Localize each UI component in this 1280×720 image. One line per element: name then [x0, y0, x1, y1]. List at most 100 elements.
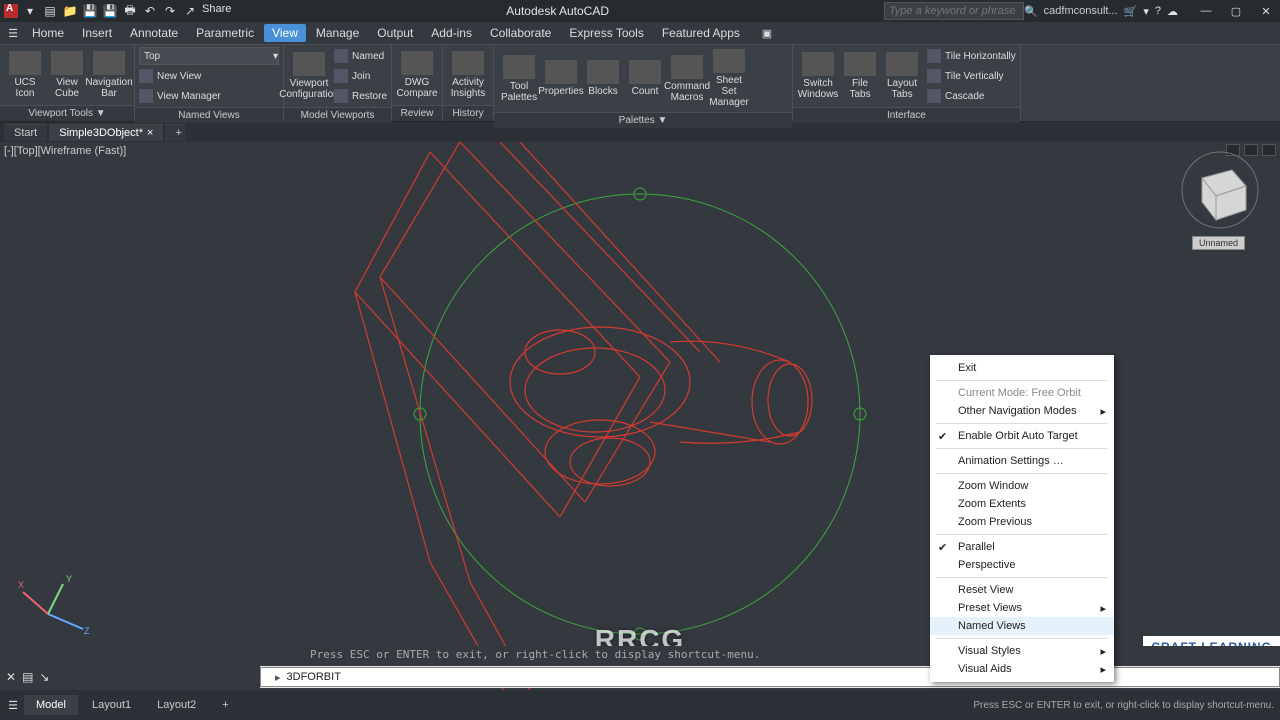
menu-parametric[interactable]: Parametric	[188, 24, 262, 42]
ucs-icon[interactable]: X Y Z	[18, 574, 98, 644]
ribbon-cascade[interactable]: Cascade	[927, 87, 1016, 105]
menu-view[interactable]: View	[264, 24, 306, 42]
layout-tab-model[interactable]: Model	[24, 695, 78, 715]
ctx-other-navigation-modes[interactable]: Other Navigation Modes▸	[930, 402, 1114, 420]
layout-tab-layout1[interactable]: Layout1	[80, 695, 143, 715]
ctx-named-views[interactable]: Named Views	[930, 617, 1114, 635]
plot-icon[interactable]: 🖶	[122, 3, 138, 19]
share-label[interactable]: Share	[202, 3, 231, 19]
ribbon-tile-horizontally[interactable]: Tile Horizontally	[927, 47, 1016, 65]
ctx-zoom-window[interactable]: Zoom Window	[930, 477, 1114, 495]
doc-tab-start[interactable]: Start	[4, 124, 47, 141]
menu-output[interactable]: Output	[369, 24, 421, 42]
ctx-animation-settings-[interactable]: Animation Settings …	[930, 452, 1114, 470]
menu-manage[interactable]: Manage	[308, 24, 367, 42]
ribbon-tile-vertically[interactable]: Tile Vertically	[927, 67, 1016, 85]
ctx-visual-aids[interactable]: Visual Aids▸	[930, 660, 1114, 678]
extra-tab-icon[interactable]: ▣	[758, 24, 776, 42]
ribbon-panel-4: ActivityInsightsHistory	[443, 45, 494, 121]
close-icon[interactable]: ×	[147, 127, 153, 139]
viewcube-label[interactable]: Unnamed	[1192, 236, 1245, 250]
ribbon-panel-0: UCSIconViewCubeNavigationBar Viewport Too…	[0, 45, 135, 121]
menu-insert[interactable]: Insert	[74, 24, 120, 42]
apps-icon[interactable]: ▾	[1143, 5, 1149, 18]
cloud-icon[interactable]: ☁	[1167, 5, 1178, 18]
ribbon-dwg-compare[interactable]: DWGCompare	[396, 49, 438, 101]
cmd-customize-icon[interactable]: ▤	[22, 670, 33, 684]
undo-icon[interactable]: ↶	[142, 3, 158, 19]
ribbon-blocks[interactable]: Blocks	[582, 58, 624, 99]
ribbon-tool-palettes[interactable]: ToolPalettes	[498, 53, 540, 105]
viewport[interactable]: [-][Top][Wireframe (Fast)]	[0, 142, 1280, 690]
menu-add-ins[interactable]: Add-ins	[423, 24, 480, 42]
cmd-close-icon[interactable]: ✕	[6, 670, 16, 684]
search-input[interactable]	[884, 2, 1024, 20]
palette-extra-icon[interactable]	[754, 53, 770, 69]
layout-menu-icon[interactable]: ☰	[4, 696, 22, 714]
ctx-exit[interactable]: Exit	[930, 359, 1114, 377]
view-dropdown[interactable]: Top▾	[139, 47, 279, 65]
ctx-enable-orbit-auto-target[interactable]: ✔Enable Orbit Auto Target	[930, 427, 1114, 445]
share-icon[interactable]: ↗	[182, 3, 198, 19]
close-button[interactable]: ✕	[1256, 3, 1276, 19]
ctx-preset-views[interactable]: Preset Views▸	[930, 599, 1114, 617]
help-icon[interactable]: ?	[1155, 5, 1161, 17]
layout-tab-layout2[interactable]: Layout2	[145, 695, 208, 715]
new-layout-button[interactable]: +	[210, 695, 240, 715]
maximize-button[interactable]: ▢	[1226, 3, 1246, 19]
ribbon-activity-insights[interactable]: ActivityInsights	[447, 49, 489, 101]
ribbon-named[interactable]: Named	[334, 47, 387, 65]
ribbon-panel-title: Viewport Tools ▼	[0, 105, 134, 121]
palette-extra-icon[interactable]	[772, 53, 788, 69]
search-icon[interactable]: 🔍	[1024, 5, 1038, 18]
ribbon-properties[interactable]: Properties	[540, 58, 582, 99]
new-tab-button[interactable]: +	[165, 124, 185, 141]
window-controls: — ▢ ✕	[1196, 3, 1276, 19]
menu-annotate[interactable]: Annotate	[122, 24, 186, 42]
palette-extra-icon[interactable]	[772, 71, 788, 87]
ribbon-sheet-set-manager[interactable]: SheetSetManager	[708, 47, 750, 110]
user-label[interactable]: cadfmconsult...	[1044, 5, 1118, 17]
redo-icon[interactable]: ↷	[162, 3, 178, 19]
view-cube[interactable]: Unnamed	[1180, 150, 1260, 250]
ribbon-switch-windows[interactable]: SwitchWindows	[797, 50, 839, 102]
save-icon[interactable]: 💾	[82, 3, 98, 19]
ribbon-layout-tabs[interactable]: LayoutTabs	[881, 50, 923, 102]
ctx-reset-view[interactable]: Reset View	[930, 581, 1114, 599]
ribbon-navigation-bar[interactable]: NavigationBar	[88, 49, 130, 101]
ribbon-view-manager[interactable]: View Manager	[139, 87, 279, 105]
saveas-icon[interactable]: 💾	[102, 3, 118, 19]
new-icon[interactable]: ▤	[42, 3, 58, 19]
command-input[interactable]: ▸ 3DFORBIT	[260, 667, 1280, 687]
menu-express tools[interactable]: Express Tools	[561, 24, 651, 42]
menu-collaborate[interactable]: Collaborate	[482, 24, 559, 42]
palette-extra-icon[interactable]	[754, 89, 770, 105]
ribbon-panel-3: DWGCompareReview	[392, 45, 443, 121]
menu-home[interactable]: Home	[24, 24, 72, 42]
ctx-zoom-extents[interactable]: Zoom Extents	[930, 495, 1114, 513]
ribbon-file-tabs[interactable]: FileTabs	[839, 50, 881, 102]
menu-featured apps[interactable]: Featured Apps	[654, 24, 748, 42]
ctx-zoom-previous[interactable]: Zoom Previous	[930, 513, 1114, 531]
ribbon-count[interactable]: Count	[624, 58, 666, 99]
ribbon-view-cube[interactable]: ViewCube	[46, 49, 88, 101]
open-icon[interactable]: 📁	[62, 3, 78, 19]
cart-icon[interactable]: 🛒	[1124, 5, 1138, 18]
ribbon-restore[interactable]: Restore	[334, 87, 387, 105]
ribbon-join[interactable]: Join	[334, 67, 387, 85]
ctx-visual-styles[interactable]: Visual Styles▸	[930, 642, 1114, 660]
ctx-parallel[interactable]: ✔Parallel	[930, 538, 1114, 556]
ctx-perspective[interactable]: Perspective	[930, 556, 1114, 574]
ribbon-command-macros[interactable]: CommandMacros	[666, 53, 708, 105]
palette-extra-icon[interactable]	[754, 71, 770, 87]
ribbon-new-view[interactable]: New View	[139, 67, 279, 85]
ribbon-ucs-icon[interactable]: UCSIcon	[4, 49, 46, 101]
ribbon: UCSIconViewCubeNavigationBar Viewport Too…	[0, 44, 1280, 122]
doc-tab-simple3dobject[interactable]: Simple3DObject*×	[49, 124, 163, 141]
app-menu-icon[interactable]: ☰	[4, 24, 22, 42]
palette-extra-icon[interactable]	[772, 89, 788, 105]
minimize-button[interactable]: —	[1196, 3, 1216, 19]
qat-dropdown-icon[interactable]: ▾	[22, 3, 38, 19]
ribbon-viewport-configuration[interactable]: ViewportConfiguration	[288, 50, 330, 102]
cmd-recent-icon[interactable]: ↘	[39, 670, 49, 684]
